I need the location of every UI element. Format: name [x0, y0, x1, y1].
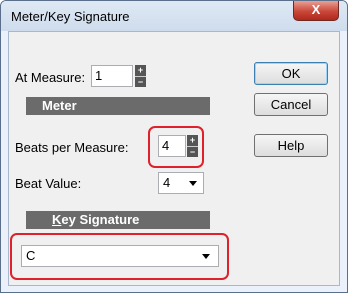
beats-per-measure-label: Beats per Measure:: [15, 140, 129, 155]
title-bar[interactable]: Meter/Key Signature X: [1, 1, 347, 31]
key-signature-section-header: Key Signature: [26, 211, 210, 229]
meter-section-header: Meter: [26, 97, 210, 115]
beats-highlight-box: [148, 126, 204, 168]
window-title: Meter/Key Signature: [11, 9, 130, 24]
spin-down-icon[interactable]: −: [135, 76, 146, 87]
ok-button[interactable]: OK: [254, 62, 328, 85]
at-measure-spinner[interactable]: + −: [135, 65, 146, 87]
cancel-button[interactable]: Cancel: [254, 93, 328, 116]
key-signature-highlight-box: [10, 233, 229, 280]
beat-value-label: Beat Value:: [15, 176, 82, 191]
dialog-client-area: At Measure: 1 + − Meter Beats per Measur…: [8, 31, 340, 286]
close-button[interactable]: X: [293, 1, 339, 21]
spin-up-icon[interactable]: +: [135, 65, 146, 76]
at-measure-label: At Measure:: [15, 70, 86, 85]
close-icon: X: [311, 2, 321, 17]
key-signature-heading: Key Signature: [52, 212, 140, 227]
beat-value-text: 4: [163, 175, 171, 190]
meter-heading: Meter: [42, 98, 77, 113]
at-measure-input[interactable]: 1: [91, 65, 133, 87]
dialog-window: Meter/Key Signature X At Measure: 1 + − …: [0, 0, 348, 293]
help-button[interactable]: Help: [254, 134, 328, 157]
beat-value-select[interactable]: 4: [158, 172, 204, 194]
chevron-down-icon: [189, 181, 197, 186]
